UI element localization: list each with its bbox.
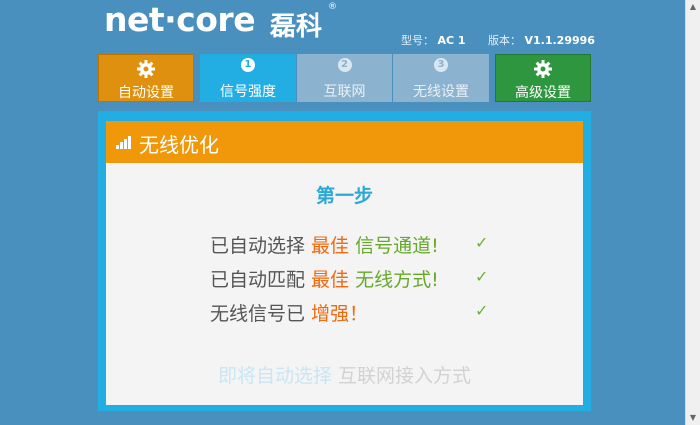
status-prefix: 已自动匹配 [210, 269, 312, 291]
tab-label: 信号强度 [220, 84, 276, 100]
tab-label: 高级设置 [515, 85, 571, 101]
signal-bars-icon [116, 135, 134, 149]
tab-wireless-settings[interactable]: 3 无线设置 [393, 54, 489, 102]
wireless-optimization-panel: 无线优化 第一步 已自动选择 最佳 信号通道! ✓ 已自动匹配 最佳 无线方式!… [106, 121, 583, 405]
tab-auto-setup[interactable]: 自动设置 [98, 54, 194, 102]
next-step-hint: 即将自动选择 互联网接入方式 [106, 361, 583, 388]
scroll-up-arrow-icon[interactable]: ▲ [686, 0, 700, 14]
status-emphasis: 最佳 [311, 269, 356, 291]
status-suffix: 信号通道! [355, 235, 439, 257]
brand-logo: net·core [104, 0, 256, 39]
version-value: V1.1.29996 [524, 34, 595, 47]
model-info: 型号： AC 1 [401, 32, 466, 48]
status-suffix: 无线方式! [355, 269, 439, 291]
status-row: 已自动选择 最佳 信号通道! [210, 231, 439, 258]
tab-label: 互联网 [323, 84, 366, 100]
tab-internet[interactable]: 2 互联网 [297, 54, 392, 102]
wizard-nav: 自动设置 1 信号强度 2 互联网 3 无线设置 高级设置 [0, 54, 700, 102]
step-2-badge: 2 [337, 58, 352, 72]
tab-signal-strength[interactable]: 1 信号强度 [200, 54, 296, 102]
vertical-scrollbar[interactable]: ▲ ▼ [685, 0, 700, 425]
tab-advanced-settings[interactable]: 高级设置 [495, 54, 591, 102]
scroll-down-arrow-icon[interactable]: ▼ [686, 411, 700, 425]
status-emphasis: 增强！ [311, 303, 369, 325]
step-1-badge: 1 [241, 58, 255, 72]
header: net·core 磊科 ® 型号： AC 1 版本： V1.1.29996 [0, 0, 700, 52]
status-row: 已自动匹配 最佳 无线方式! [210, 265, 439, 292]
hint-highlight: 即将自动选择 [217, 365, 332, 387]
model-label: 型号： [401, 34, 434, 47]
registered-mark: ® [328, 2, 337, 12]
version-info: 版本： V1.1.29996 [488, 32, 595, 48]
gear-icon [136, 59, 156, 83]
tab-label: 自动设置 [118, 85, 174, 101]
status-prefix: 已自动选择 [210, 235, 312, 257]
panel-header: 无线优化 [106, 121, 583, 163]
status-prefix: 无线信号已 [210, 303, 312, 325]
step-title: 第一步 [315, 185, 373, 207]
status-row: 无线信号已 增强！ [210, 299, 368, 326]
check-icon: ✓ [475, 233, 489, 252]
check-icon: ✓ [475, 267, 489, 286]
check-icon: ✓ [475, 301, 489, 320]
hint-rest: 互联网接入方式 [331, 365, 472, 387]
panel-title: 无线优化 [139, 133, 219, 157]
tab-label: 无线设置 [413, 84, 469, 100]
status-emphasis: 最佳 [311, 235, 356, 257]
gear-icon [533, 59, 553, 83]
brand-logo-cn: 磊科 [270, 12, 323, 42]
version-label: 版本： [488, 34, 521, 47]
model-value: AC 1 [437, 34, 466, 47]
step-3-badge: 3 [434, 58, 448, 72]
